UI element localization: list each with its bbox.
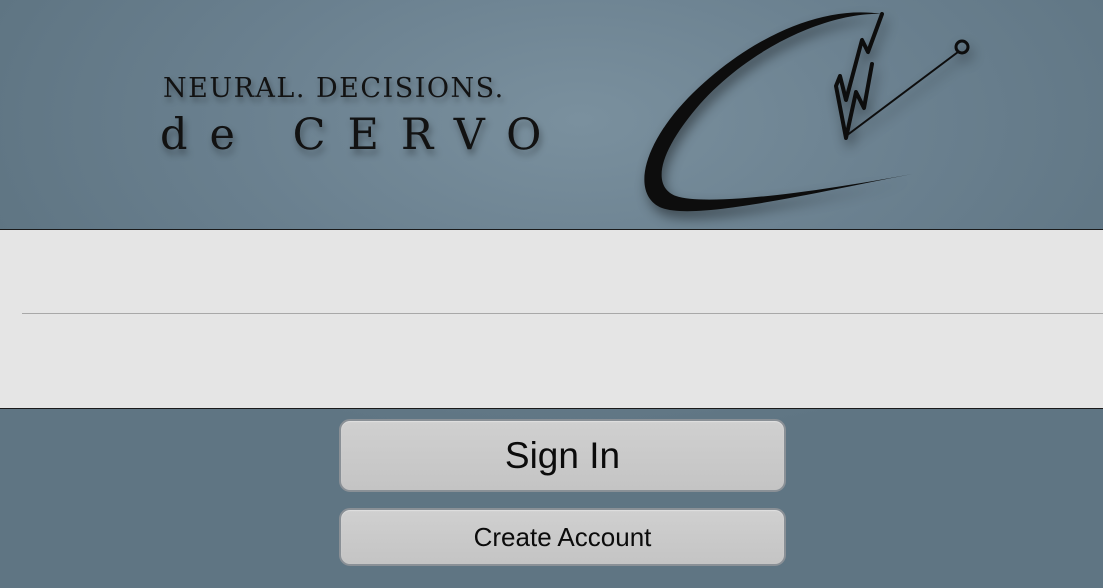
create-account-button[interactable]: Create Account (339, 508, 786, 566)
login-form (0, 229, 1103, 409)
username-field[interactable] (22, 230, 1103, 312)
brand-tagline: NEURAL. DECISIONS. (163, 73, 505, 104)
sign-in-button[interactable]: Sign In (339, 419, 786, 492)
password-field[interactable] (22, 314, 1103, 408)
cervo-signature-icon (644, 12, 970, 212)
app-header: NEURAL. DECISIONS. de CERVO (0, 0, 1103, 229)
brand-name: de CERVO (160, 110, 564, 160)
